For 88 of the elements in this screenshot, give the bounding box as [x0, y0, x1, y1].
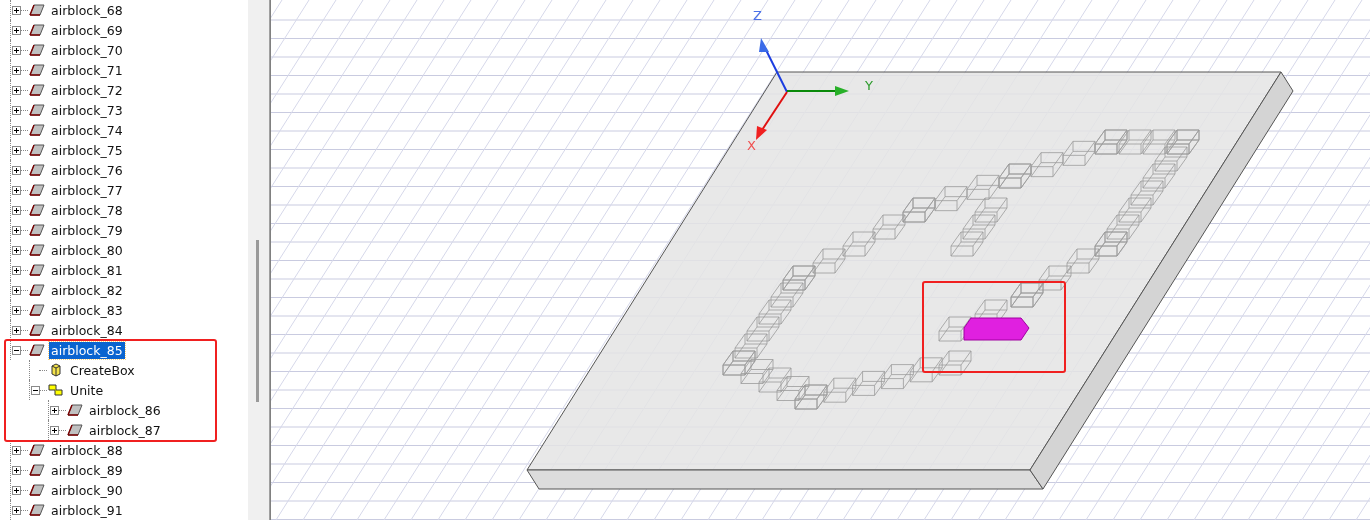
tree-item[interactable]: airblock_73 — [49, 101, 125, 119]
axis-label: Z — [753, 8, 762, 23]
selected-block[interactable] — [963, 317, 1030, 341]
block-icon — [67, 423, 83, 437]
block-icon — [29, 143, 45, 157]
expand-toggle[interactable] — [11, 205, 21, 215]
expand-toggle[interactable] — [11, 505, 21, 515]
block-icon — [29, 443, 45, 457]
wireframe-blocks-drawing[interactable] — [722, 129, 1200, 410]
y-axis-arrow — [786, 86, 849, 96]
tree-item[interactable]: airblock_79 — [49, 221, 125, 239]
expand-toggle[interactable] — [11, 85, 21, 95]
block-icon — [29, 43, 45, 57]
tree-item[interactable]: airblock_78 — [49, 201, 125, 219]
tree-item[interactable]: airblock_84 — [49, 321, 125, 339]
expand-toggle[interactable] — [11, 465, 21, 475]
z-axis-arrow — [759, 38, 788, 93]
block-icon — [29, 103, 45, 117]
expand-toggle[interactable] — [11, 25, 21, 35]
block-icon — [29, 283, 45, 297]
block-icon — [29, 3, 45, 17]
expand-toggle[interactable] — [11, 485, 21, 495]
expand-toggle[interactable] — [49, 405, 59, 415]
expand-toggle[interactable] — [11, 185, 21, 195]
expand-toggle[interactable] — [11, 165, 21, 175]
block-icon — [29, 263, 45, 277]
tree-item[interactable]: airblock_74 — [49, 121, 125, 139]
tree-item[interactable]: airblock_87 — [87, 421, 163, 439]
expand-toggle[interactable] — [11, 5, 21, 15]
tree-item[interactable]: airblock_82 — [49, 281, 125, 299]
tree-item[interactable]: airblock_70 — [49, 41, 125, 59]
tree-item[interactable]: airblock_86 — [87, 401, 163, 419]
block-icon — [29, 23, 45, 37]
expand-toggle[interactable] — [11, 145, 21, 155]
tree-item[interactable]: airblock_90 — [49, 481, 125, 499]
block-icon — [29, 63, 45, 77]
tree-item[interactable]: airblock_75 — [49, 141, 125, 159]
3d-viewport[interactable]: Z Y X — [270, 0, 1370, 520]
block-icon — [67, 403, 83, 417]
block-icon — [29, 503, 45, 517]
expand-toggle[interactable] — [11, 225, 21, 235]
expand-toggle[interactable] — [11, 265, 21, 275]
substrate-slab[interactable] — [526, 71, 1294, 490]
unite-icon — [48, 383, 64, 397]
cube-icon — [48, 363, 64, 377]
expand-toggle[interactable] — [11, 445, 21, 455]
block-icon — [29, 183, 45, 197]
block-icon — [29, 303, 45, 317]
tree-item[interactable]: airblock_71 — [49, 61, 125, 79]
scrollbar-thumb[interactable] — [256, 240, 259, 402]
block-icon — [29, 163, 45, 177]
tree-item[interactable]: airblock_85 — [49, 341, 125, 359]
expand-toggle[interactable] — [11, 285, 21, 295]
tree-item[interactable]: airblock_69 — [49, 21, 125, 39]
block-icon — [29, 243, 45, 257]
block-icon — [29, 203, 45, 217]
expand-toggle[interactable] — [11, 305, 21, 315]
collapse-toggle[interactable] — [11, 345, 21, 355]
block-icon — [29, 343, 45, 357]
collapse-toggle[interactable] — [30, 385, 40, 395]
expand-toggle[interactable] — [11, 65, 21, 75]
tree-item[interactable]: Unite — [68, 381, 106, 399]
block-icon — [29, 323, 45, 337]
block-icon — [29, 83, 45, 97]
expand-toggle[interactable] — [11, 105, 21, 115]
tree-item[interactable]: airblock_81 — [49, 261, 125, 279]
tree-item[interactable]: airblock_68 — [49, 1, 125, 19]
tree-item[interactable]: airblock_76 — [49, 161, 125, 179]
expand-toggle[interactable] — [11, 245, 21, 255]
block-icon — [29, 223, 45, 237]
expand-toggle[interactable] — [49, 425, 59, 435]
block-icon — [29, 463, 45, 477]
tree-item[interactable]: airblock_77 — [49, 181, 125, 199]
tree-item[interactable]: airblock_89 — [49, 461, 125, 479]
tree-item[interactable]: airblock_80 — [49, 241, 125, 259]
expand-toggle[interactable] — [11, 45, 21, 55]
tree-item[interactable]: airblock_91 — [49, 501, 125, 519]
block-icon — [29, 483, 45, 497]
tree-item[interactable]: airblock_83 — [49, 301, 125, 319]
x-axis-arrow — [756, 91, 788, 140]
expand-toggle[interactable] — [11, 325, 21, 335]
tree-item[interactable]: CreateBox — [68, 361, 137, 379]
tree-item[interactable]: airblock_72 — [49, 81, 125, 99]
axis-label: Y — [865, 78, 873, 93]
axis-label: X — [747, 138, 756, 153]
block-icon — [29, 123, 45, 137]
expand-toggle[interactable] — [11, 125, 21, 135]
tree-item[interactable]: airblock_88 — [49, 441, 125, 459]
